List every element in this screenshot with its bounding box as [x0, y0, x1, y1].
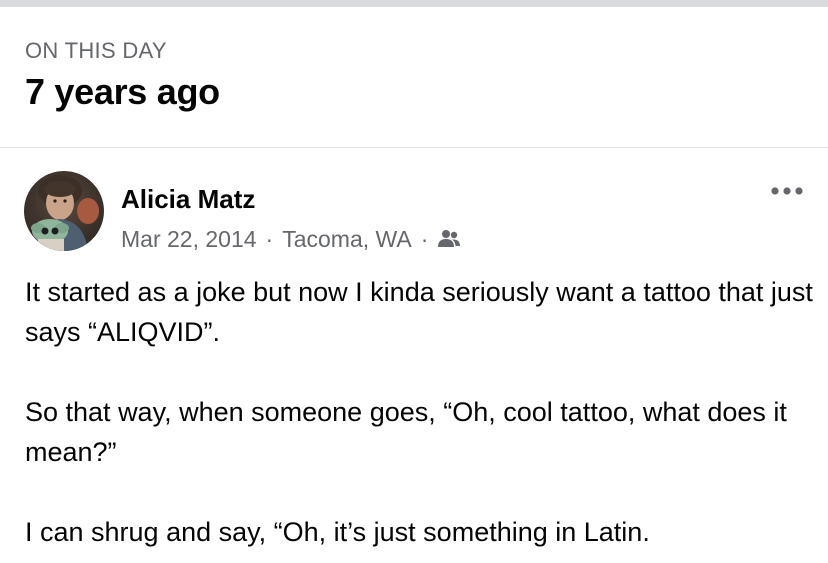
meta-separator: · — [420, 226, 429, 252]
friends-icon[interactable] — [437, 229, 461, 249]
more-options-icon[interactable] — [768, 180, 806, 202]
post-location[interactable]: Tacoma, WA — [282, 224, 412, 254]
avatar-photo — [24, 171, 104, 251]
post-paragraph: So that way, when someone goes, “Oh, coo… — [25, 397, 787, 467]
post-date[interactable]: Mar 22, 2014 — [121, 224, 257, 254]
post-body: It started as a joke but now I kinda ser… — [25, 272, 815, 552]
years-ago-title: 7 years ago — [25, 71, 220, 112]
avatar[interactable] — [24, 171, 104, 251]
section-label: ON THIS DAY — [25, 38, 167, 63]
header-divider — [0, 147, 828, 148]
meta-separator: · — [265, 226, 274, 252]
author-name[interactable]: Alicia Matz — [121, 183, 255, 215]
top-divider-bar — [0, 0, 828, 7]
post-meta: Mar 22, 2014 · Tacoma, WA · — [121, 224, 461, 254]
post-paragraph: It started as a joke but now I kinda ser… — [25, 277, 813, 347]
post-paragraph: I can shrug and say, “Oh, it’s just some… — [25, 517, 650, 547]
memory-header: ON THIS DAY 7 years ago — [25, 36, 220, 112]
